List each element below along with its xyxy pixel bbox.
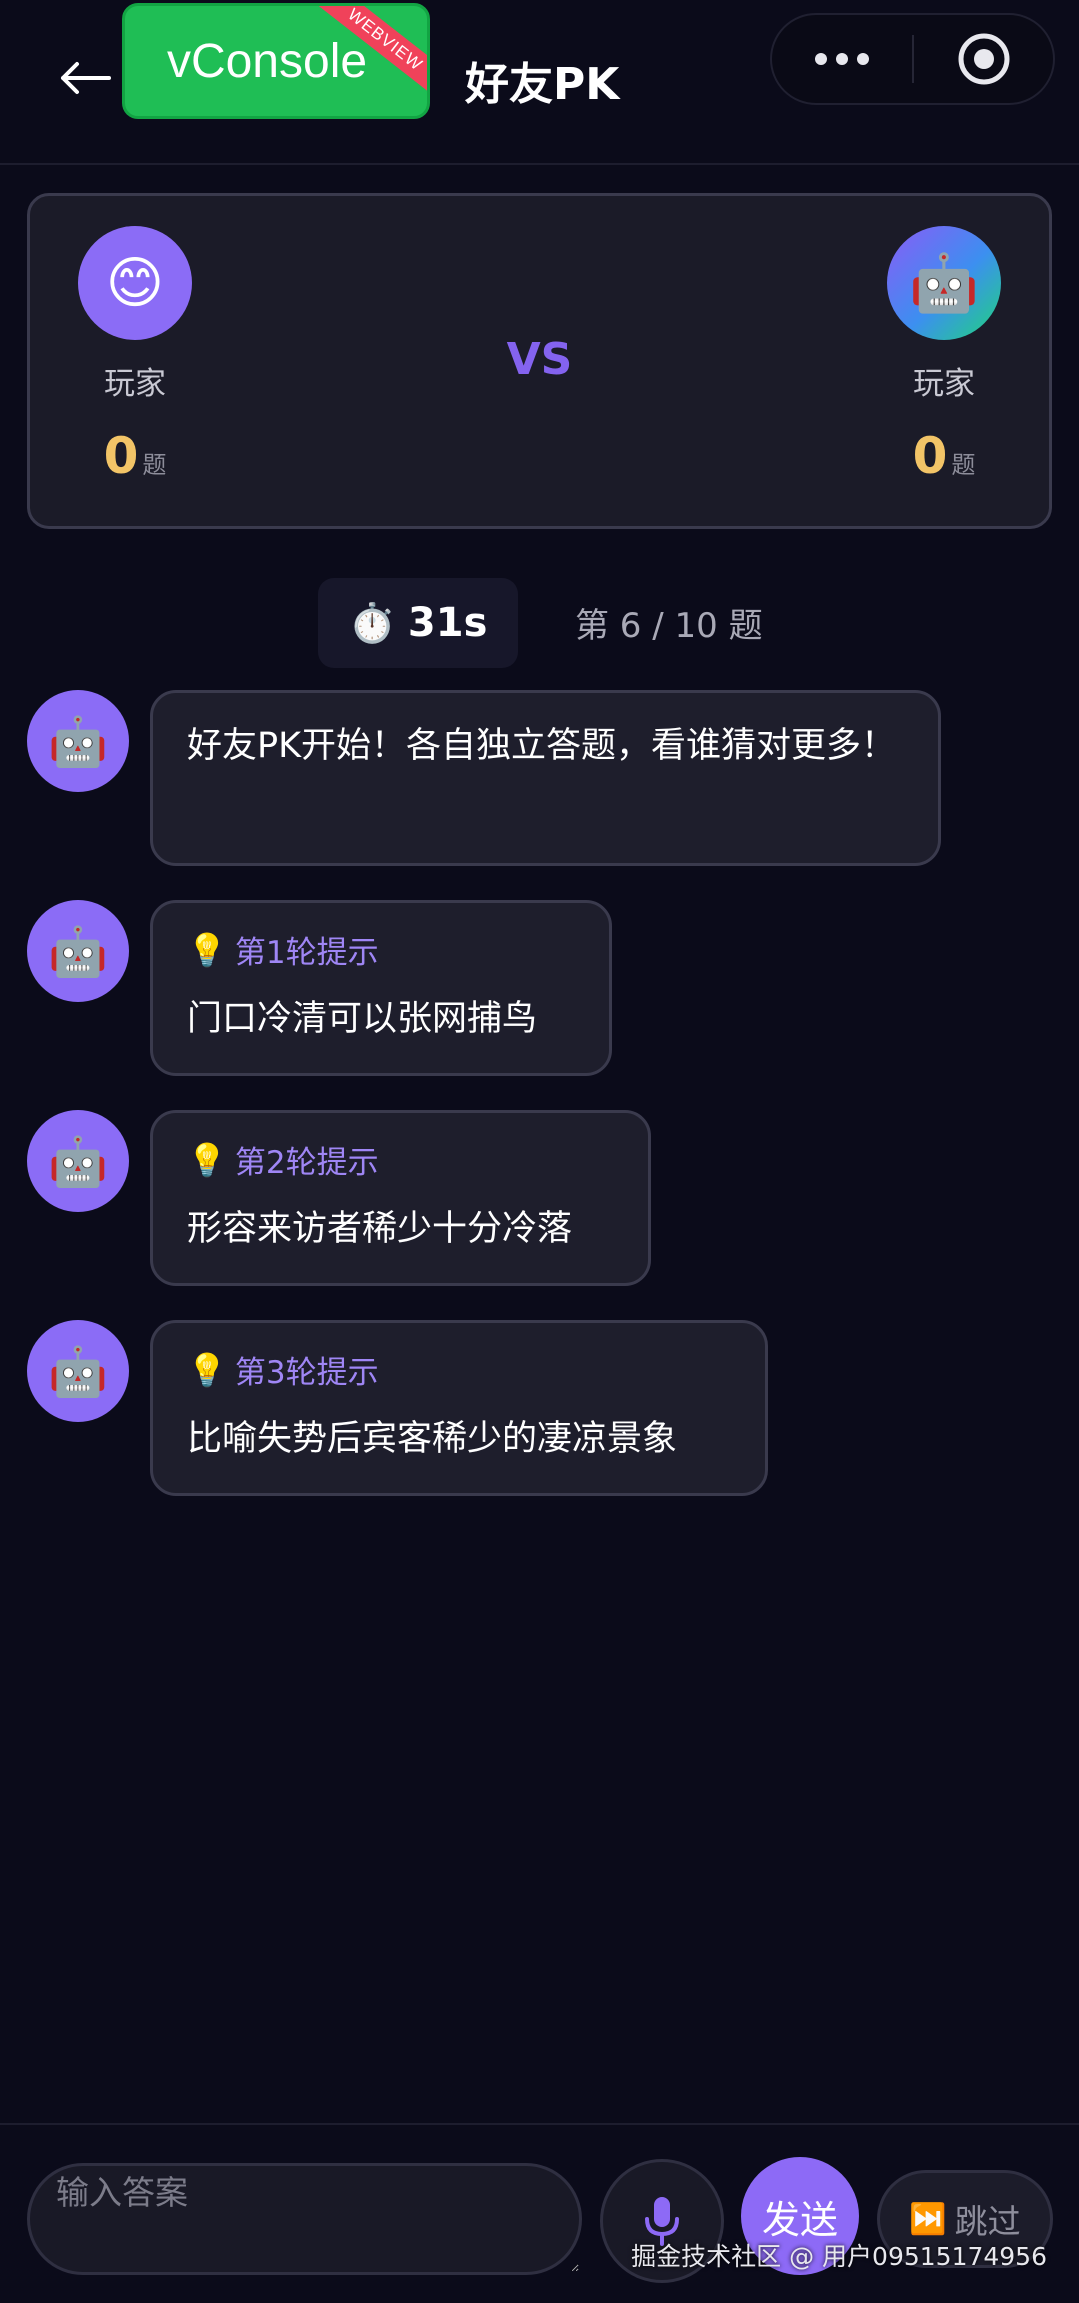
question-progress: 第 6 / 10 题	[575, 606, 763, 646]
arrow-left-icon	[61, 62, 111, 94]
input-bar: 发送 ⏭️ 跳过	[0, 2123, 1079, 2303]
fast-forward-icon: ⏭️	[909, 2201, 947, 2237]
page: vConsole WEBVIEW 好友PK 😊 玩家 0题 VS 🤖 玩家 0 …	[0, 0, 1079, 2303]
hint-text: 比喻失势后宾客稀少的凄凉景象	[187, 1419, 678, 1459]
vconsole-label: vConsole	[166, 34, 368, 88]
score-unit: 题	[142, 451, 167, 479]
stopwatch-icon: ⏱️	[348, 600, 396, 645]
hint-title: 💡 第1轮提示	[187, 927, 575, 972]
countdown-timer: ⏱️ 31s	[318, 578, 518, 668]
lightbulb-icon: 💡	[187, 1140, 227, 1179]
watermark: 掘金技术社区 @ 用户09515174956	[631, 2242, 1047, 2271]
hint-text: 形容来访者稀少十分冷落	[187, 1209, 573, 1249]
bot-avatar: 🤖	[27, 1320, 129, 1422]
avatar: 😊	[78, 226, 192, 340]
hint-title: 💡 第3轮提示	[187, 1347, 731, 1392]
hint-title-label: 第3轮提示	[234, 1355, 379, 1391]
nav-header: vConsole WEBVIEW 好友PK	[0, 0, 1079, 165]
bot-avatar: 🤖	[27, 690, 129, 792]
close-miniapp-button[interactable]	[914, 15, 1053, 103]
avatar: 🤖	[887, 226, 1001, 340]
hint-bubble: 💡 第2轮提示 形容来访者稀少十分冷落	[150, 1110, 651, 1286]
bot-avatar: 🤖	[27, 1110, 129, 1212]
score-unit: 题	[951, 451, 976, 479]
target-circle-icon	[958, 33, 1009, 85]
score-value: 0	[103, 427, 139, 485]
player-name: 玩家	[913, 366, 975, 402]
score-value: 0	[912, 427, 948, 485]
page-title: 好友PK	[465, 59, 620, 110]
hint-title-label: 第2轮提示	[234, 1145, 379, 1181]
answer-input[interactable]	[27, 2163, 582, 2275]
hint-bubble: 💡 第3轮提示 比喻失势后宾客稀少的凄凉景象	[150, 1320, 768, 1496]
message-text: 好友PK开始！各自独立答题，看谁猜对更多！	[187, 726, 897, 766]
hint-title-label: 第1轮提示	[234, 935, 379, 971]
hint-text: 门口冷清可以张网捕鸟	[187, 999, 538, 1039]
player-score: 0题	[864, 427, 1024, 485]
vconsole-button[interactable]: vConsole WEBVIEW	[122, 3, 430, 119]
more-dots-icon	[815, 53, 827, 65]
back-button[interactable]	[55, 48, 115, 108]
message-bubble: 好友PK开始！各自独立答题，看谁猜对更多！	[150, 690, 941, 866]
more-button[interactable]	[772, 15, 912, 103]
player-score: 0题	[55, 427, 215, 485]
timer-value: 31s	[407, 600, 488, 646]
lightbulb-icon: 💡	[187, 930, 227, 969]
player-right: 🤖 玩家 0题	[864, 226, 1024, 485]
lightbulb-icon: 💡	[187, 1350, 227, 1389]
bot-avatar: 🤖	[27, 900, 129, 1002]
skip-label: 跳过	[954, 2202, 1021, 2241]
miniapp-capsule	[770, 13, 1055, 105]
hint-title: 💡 第2轮提示	[187, 1137, 614, 1182]
hint-bubble: 💡 第1轮提示 门口冷清可以张网捕鸟	[150, 900, 612, 1076]
scoreboard: 😊 玩家 0题 VS 🤖 玩家 0题	[27, 193, 1052, 529]
